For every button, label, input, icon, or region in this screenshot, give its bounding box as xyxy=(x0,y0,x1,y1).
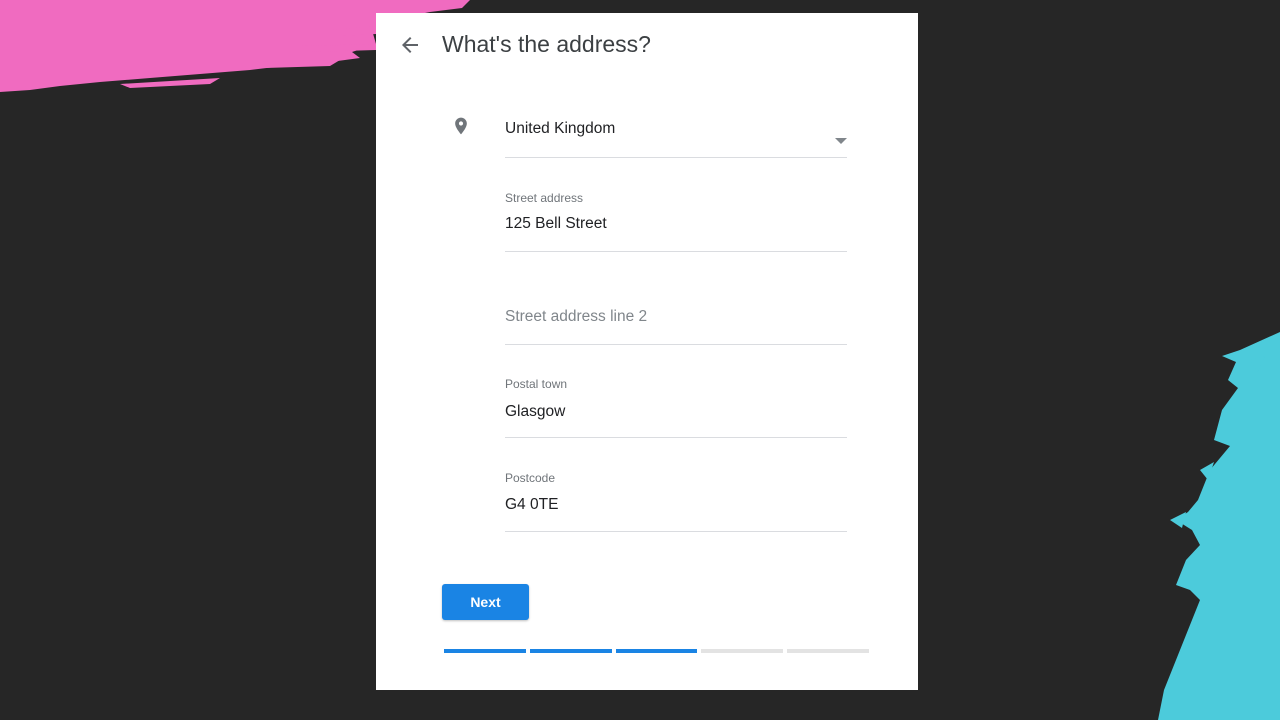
street-address-line-2-field[interactable]: Street address line 2 xyxy=(505,299,847,345)
street-address-label: Street address xyxy=(505,191,584,205)
street-address-line-2-placeholder: Street address line 2 xyxy=(505,308,648,325)
street-address-field[interactable]: Street address 125 Bell Street xyxy=(505,191,847,252)
progress-step xyxy=(529,649,612,653)
postcode-value: G4 0TE xyxy=(505,496,559,513)
caret-down-icon xyxy=(835,138,847,144)
postcode-label: Postcode xyxy=(505,471,556,485)
country-select[interactable]: United Kingdom xyxy=(505,113,847,158)
progress-step xyxy=(615,649,698,653)
stage: What's the address? United Kingdom Stree… xyxy=(0,0,1280,720)
postal-town-field[interactable]: Postal town Glasgow xyxy=(505,377,847,438)
postcode-field[interactable]: Postcode G4 0TE xyxy=(505,471,847,532)
page-title: What's the address? xyxy=(442,31,651,57)
arrow-left-icon xyxy=(402,37,418,53)
country-value: United Kingdom xyxy=(505,120,616,137)
street-address-value: 125 Bell Street xyxy=(505,215,607,232)
progress-step xyxy=(444,649,526,653)
postal-town-value: Glasgow xyxy=(505,403,566,420)
progress-step xyxy=(787,649,869,653)
address-form-card: What's the address? United Kingdom Stree… xyxy=(376,13,918,690)
location-pin-icon xyxy=(451,115,471,137)
progress-step xyxy=(701,649,784,653)
postal-town-label: Postal town xyxy=(505,377,568,391)
back-button[interactable] xyxy=(398,33,422,57)
progress-indicator xyxy=(444,649,869,653)
next-button[interactable]: Next xyxy=(442,584,529,620)
